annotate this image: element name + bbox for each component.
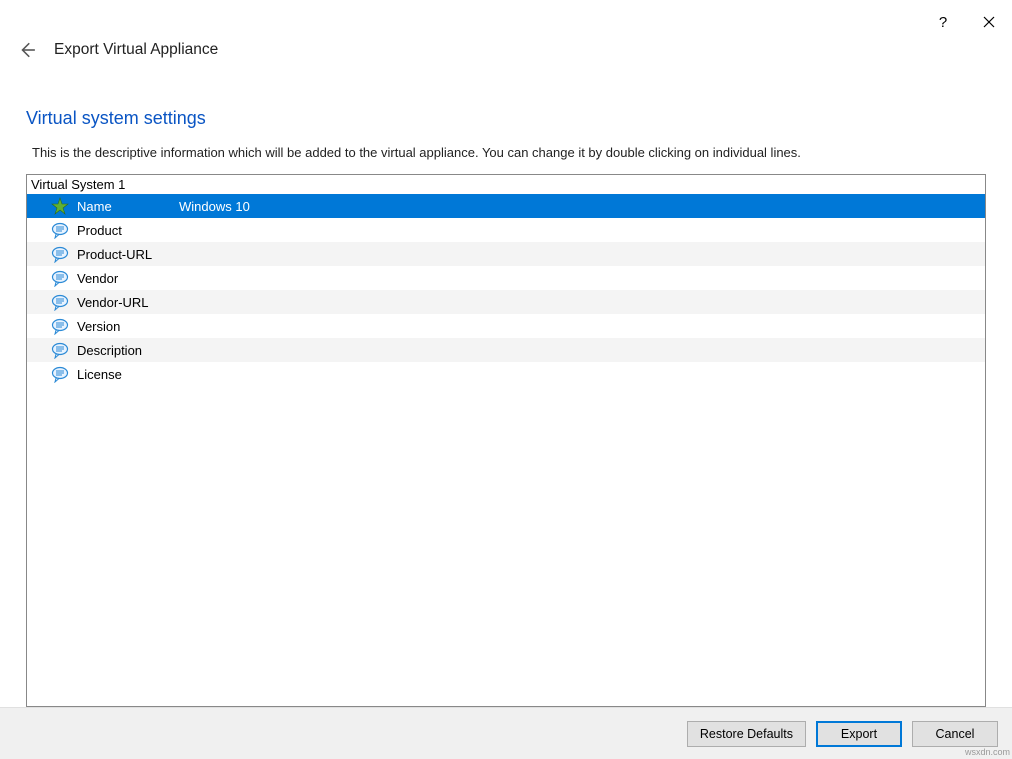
row-label: Product xyxy=(77,223,171,238)
table-row[interactable]: Version xyxy=(27,314,985,338)
section-description: This is the descriptive information whic… xyxy=(32,145,986,160)
table-row[interactable]: Product-URL xyxy=(27,242,985,266)
table-row[interactable]: Vendor-URL xyxy=(27,290,985,314)
watermark: wsxdn.com xyxy=(965,747,1010,757)
export-button[interactable]: Export xyxy=(816,721,902,747)
text-field-icon xyxy=(51,293,69,311)
text-field-icon xyxy=(51,365,69,383)
row-label: Version xyxy=(77,319,171,334)
row-label: Product-URL xyxy=(77,247,171,262)
text-field-icon xyxy=(51,269,69,287)
row-label: Name xyxy=(77,199,171,214)
table-row[interactable]: Name Windows 10 xyxy=(27,194,985,218)
page-title: Export Virtual Appliance xyxy=(54,41,218,59)
table-row[interactable]: License xyxy=(27,362,985,386)
text-field-icon xyxy=(51,341,69,359)
restore-defaults-button[interactable]: Restore Defaults xyxy=(687,721,806,747)
row-label: Vendor-URL xyxy=(77,295,171,310)
help-button[interactable]: ? xyxy=(920,8,966,36)
table-row[interactable]: Description xyxy=(27,338,985,362)
close-button[interactable] xyxy=(966,8,1012,36)
header-row: Export Virtual Appliance xyxy=(0,34,1012,66)
text-field-icon xyxy=(51,317,69,335)
row-label: Vendor xyxy=(77,271,171,286)
group-header[interactable]: Virtual System 1 xyxy=(27,175,985,194)
content-area: Virtual system settings This is the desc… xyxy=(0,66,1012,707)
table-row[interactable]: Vendor xyxy=(27,266,985,290)
text-field-icon xyxy=(51,245,69,263)
settings-table[interactable]: Virtual System 1 NameWindows 10 Product … xyxy=(26,174,986,707)
section-title: Virtual system settings xyxy=(26,108,986,129)
footer-buttons: Restore Defaults Export Cancel xyxy=(0,707,1012,759)
name-icon xyxy=(51,197,69,215)
back-arrow-icon[interactable] xyxy=(18,41,36,59)
row-label: Description xyxy=(77,343,171,358)
cancel-button[interactable]: Cancel xyxy=(912,721,998,747)
close-icon xyxy=(983,16,995,28)
row-label: License xyxy=(77,367,171,382)
text-field-icon xyxy=(51,221,69,239)
table-row[interactable]: Product xyxy=(27,218,985,242)
row-value: Windows 10 xyxy=(179,199,985,214)
dialog-window: ? Export Virtual Appliance Virtual syste… xyxy=(0,0,1012,759)
